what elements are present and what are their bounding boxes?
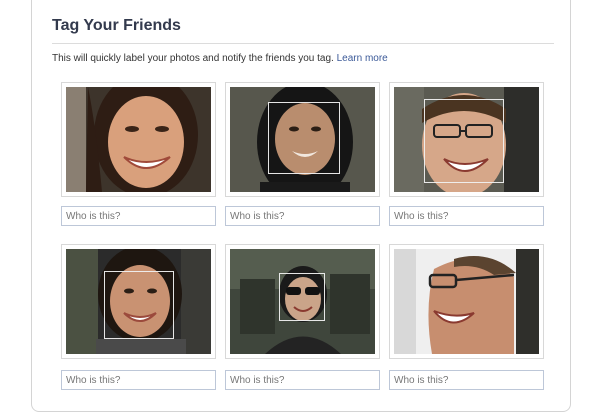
photo-card[interactable] <box>61 244 216 359</box>
who-is-this-input[interactable] <box>225 206 380 226</box>
who-is-this-input[interactable] <box>389 370 544 390</box>
who-is-this-input[interactable] <box>61 370 216 390</box>
photo-card[interactable] <box>225 244 380 359</box>
face-photo[interactable] <box>394 249 539 354</box>
title-divider <box>52 43 554 44</box>
dialog-title: Tag Your Friends <box>52 17 181 34</box>
face-detection-box <box>279 273 325 321</box>
photo-card[interactable] <box>225 82 380 197</box>
learn-more-link[interactable]: Learn more <box>337 53 388 64</box>
photo-card[interactable] <box>389 82 544 197</box>
photo-card[interactable] <box>389 244 544 359</box>
face-photo[interactable] <box>230 87 375 192</box>
who-is-this-input[interactable] <box>389 206 544 226</box>
who-is-this-input[interactable] <box>225 370 380 390</box>
face-photo[interactable] <box>66 87 211 192</box>
dialog-description: This will quickly label your photos and … <box>52 53 388 64</box>
face-detection-box <box>268 102 340 174</box>
who-is-this-input[interactable] <box>61 206 216 226</box>
face-detection-box <box>424 99 504 183</box>
face-detection-box <box>104 271 174 339</box>
photo-card[interactable] <box>61 82 216 197</box>
face-photo[interactable] <box>394 87 539 192</box>
face-photo[interactable] <box>66 249 211 354</box>
description-text: This will quickly label your photos and … <box>52 53 334 64</box>
face-photo[interactable] <box>230 249 375 354</box>
